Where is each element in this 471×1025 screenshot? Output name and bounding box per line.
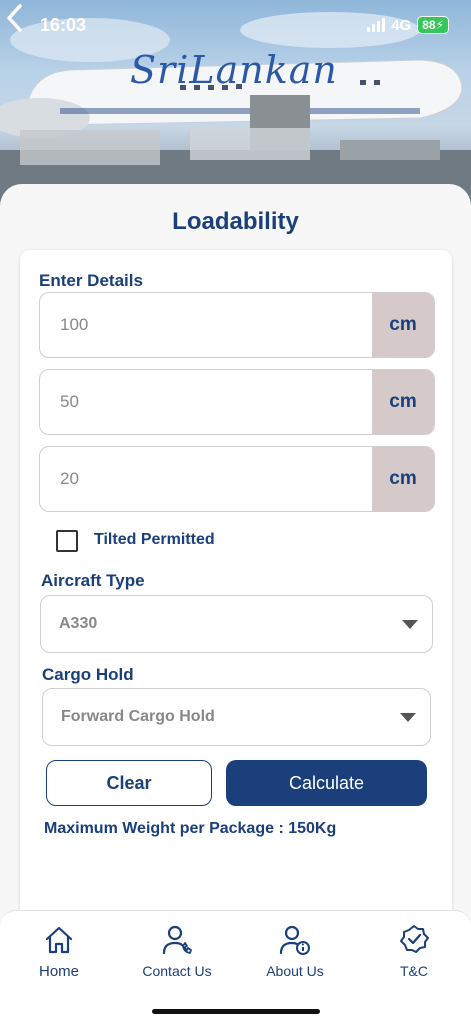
battery-icon: 88⚡ [417, 16, 449, 34]
chevron-down-icon [400, 713, 416, 722]
cargo-hold-select[interactable]: Forward Cargo Hold [42, 688, 431, 746]
width-unit: cm [372, 370, 434, 434]
badge-check-icon [400, 925, 429, 953]
page-title: Loadability [172, 208, 299, 235]
bottom-nav: Home Contact Us About Us T&C [0, 910, 471, 1025]
home-icon [45, 926, 73, 954]
cargo-hold-label: Cargo Hold [42, 665, 134, 684]
length-unit: cm [372, 293, 434, 357]
cargo-hold-value: Forward Cargo Hold [61, 708, 215, 725]
width-value[interactable]: 50 [40, 370, 372, 434]
nav-label-contact: Contact Us [142, 963, 212, 979]
length-field[interactable]: 100 cm [39, 292, 435, 358]
calculate-button[interactable]: Calculate [226, 760, 427, 806]
clear-button[interactable]: Clear [46, 760, 212, 806]
hero-banner: SriLankan 16:03 4G 88⚡ [0, 0, 471, 210]
signal-icon [367, 18, 386, 32]
nav-item-contact[interactable]: Contact Us [122, 923, 232, 979]
tilted-checkbox[interactable] [56, 530, 78, 552]
aircraft-type-select[interactable]: A330 [40, 595, 433, 653]
status-icons: 4G 88⚡ [367, 16, 449, 34]
contact-icon [162, 925, 192, 955]
tilted-label[interactable]: Tilted Permitted [94, 531, 215, 549]
status-time: 16:03 [40, 15, 87, 35]
brand-logo-text: SriLankan [130, 48, 338, 92]
battery-level: 88 [422, 18, 436, 32]
length-value[interactable]: 100 [40, 293, 372, 357]
home-indicator [152, 1009, 320, 1014]
about-icon [279, 925, 310, 955]
nav-label-about: About Us [266, 963, 324, 979]
nav-item-home[interactable]: Home [4, 923, 114, 980]
aircraft-type-value: A330 [59, 615, 98, 632]
nav-label-tnc: T&C [400, 963, 428, 979]
max-weight-text: Maximum Weight per Package : 150Kg [44, 820, 337, 837]
width-field[interactable]: 50 cm [39, 369, 435, 435]
height-unit: cm [372, 447, 434, 511]
nav-item-about[interactable]: About Us [240, 923, 350, 979]
height-value[interactable]: 20 [40, 447, 372, 511]
chevron-down-icon [402, 620, 418, 629]
network-type: 4G [391, 16, 412, 34]
back-arrow-icon[interactable] [0, 0, 32, 36]
nav-label-home: Home [38, 963, 79, 980]
aircraft-type-label: Aircraft Type [41, 571, 145, 590]
nav-item-tnc[interactable]: T&C [359, 923, 469, 979]
height-field[interactable]: 20 cm [39, 446, 435, 512]
enter-details-label: Enter Details [39, 271, 143, 290]
